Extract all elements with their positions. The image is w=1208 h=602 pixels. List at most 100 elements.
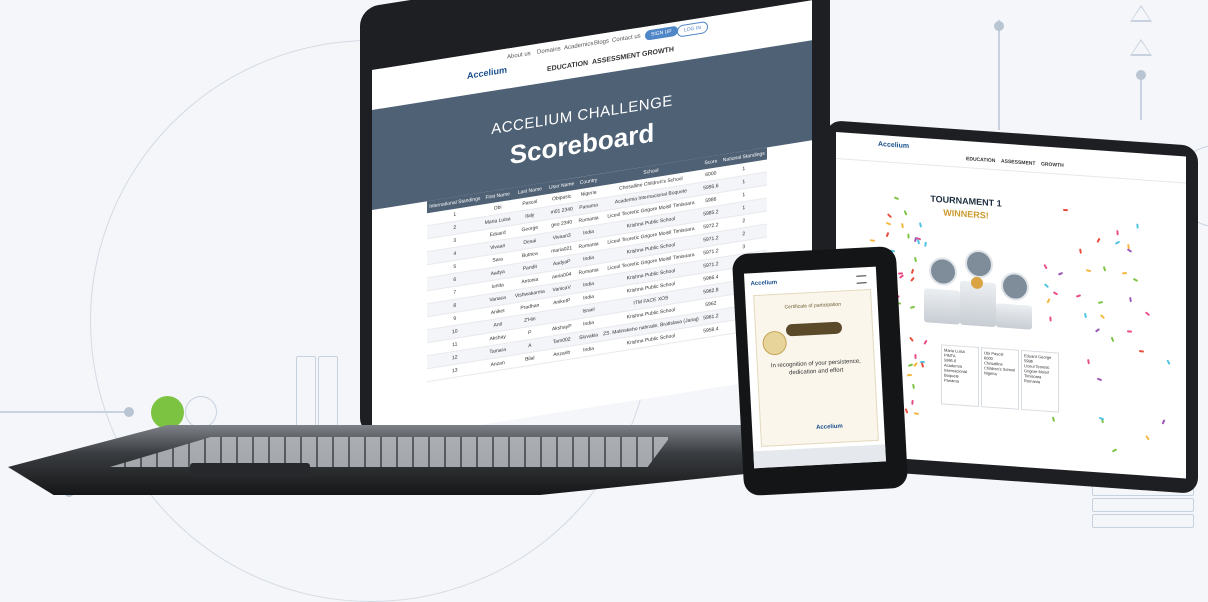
certificate: Certificate of participation In recognit…: [753, 288, 879, 447]
confetti-piece: [886, 213, 893, 219]
confetti-piece: [1145, 435, 1150, 441]
nav-link-domains[interactable]: Domains: [537, 46, 561, 56]
nav-link-blogs[interactable]: Blogs: [594, 38, 609, 46]
winner-avatar-icon: [929, 256, 957, 287]
nav-growth[interactable]: GROWTH: [642, 46, 674, 58]
confetti-piece: [912, 383, 915, 389]
confetti-piece: [1136, 223, 1139, 230]
confetti-piece: [1114, 240, 1120, 245]
nav-link-academics[interactable]: Academics: [564, 41, 593, 52]
tablet-logo[interactable]: Accelium: [878, 141, 909, 150]
confetti-piece: [885, 221, 891, 226]
table-cell: India: [576, 341, 601, 359]
confetti-piece: [907, 233, 910, 239]
winner-card: Obi Pascal 6000 Chrisalline Children's S…: [981, 347, 1019, 410]
confetti-piece: [1145, 311, 1151, 317]
confetti-piece: [1049, 316, 1052, 322]
confetti-piece: [907, 373, 913, 377]
nav-assessment[interactable]: ASSESSMENT: [592, 52, 640, 67]
confetti-piece: [1138, 349, 1144, 353]
confetti-piece: [1121, 271, 1128, 274]
decor-line: [0, 411, 130, 413]
confetti-piece: [1162, 419, 1166, 426]
seal-icon: [762, 330, 788, 356]
confetti-piece: [1099, 314, 1105, 320]
nav-link-contact[interactable]: Contact us: [612, 33, 641, 44]
confetti-piece: [897, 271, 903, 275]
confetti-piece: [1166, 359, 1171, 366]
confetti-piece: [904, 408, 909, 414]
confetti-piece: [1102, 265, 1107, 272]
confetti-piece: [914, 353, 917, 359]
ribbon-decor: [785, 321, 843, 337]
confetti-piece: [1078, 248, 1082, 254]
decor-circle: [185, 396, 217, 428]
winner-avatar-icon: [1001, 271, 1029, 302]
confetti-piece: [1096, 377, 1102, 382]
winner-avatar-icon: [965, 249, 993, 279]
medal-icon: [971, 276, 983, 290]
log-in-button[interactable]: LOG IN: [677, 20, 708, 38]
decor-line: [998, 20, 1000, 130]
winner-card: Eduard George 5986 Liceul Teoretic Grigo…: [1021, 349, 1059, 413]
confetti-piece: [1062, 208, 1068, 211]
confetti-piece: [1126, 248, 1132, 253]
site-logo[interactable]: Accelium: [467, 65, 507, 81]
confetti-piece: [910, 306, 916, 310]
nav-link-about[interactable]: About us: [507, 51, 531, 61]
confetti-piece: [1096, 237, 1101, 243]
confetti-piece: [1111, 448, 1118, 453]
confetti-piece: [1043, 263, 1048, 270]
confetti-piece: [911, 268, 915, 275]
confetti-piece: [912, 362, 918, 368]
podium-third: [996, 303, 1032, 330]
confetti-piece: [910, 399, 914, 406]
tablet-nav-education[interactable]: EDUCATION: [966, 156, 995, 164]
tablet-nav-growth[interactable]: GROWTH: [1041, 161, 1064, 169]
confetti-piece: [923, 339, 928, 345]
sign-up-button[interactable]: SIGN UP: [645, 25, 678, 41]
podium-second: [924, 288, 960, 325]
winner-country: Romania: [1024, 378, 1041, 385]
confetti-piece: [1126, 330, 1132, 333]
confetti-piece: [1046, 298, 1051, 304]
winner-country: Panama: [944, 377, 959, 384]
confetti-piece: [1057, 271, 1064, 276]
table-cell: 5958.4: [701, 322, 721, 339]
green-dot: [151, 396, 184, 429]
nav-education[interactable]: EDUCATION: [547, 60, 588, 74]
confetti-piece: [913, 412, 919, 416]
confetti-piece: [870, 238, 876, 242]
confetti-piece: [1075, 294, 1082, 298]
confetti-piece: [1044, 282, 1050, 288]
confetti-piece: [898, 274, 904, 280]
confetti-piece: [909, 336, 915, 343]
confetti-piece: [1097, 300, 1104, 304]
phone-logo[interactable]: Accelium: [750, 280, 777, 287]
triangle-icon: [1130, 39, 1152, 56]
decor-dot: [994, 21, 1004, 31]
confetti-piece: [1129, 296, 1133, 302]
triangle-icon: [1130, 5, 1152, 22]
confetti-piece: [1084, 313, 1088, 319]
confetti-piece: [1132, 278, 1139, 283]
confetti-piece: [913, 257, 917, 263]
confetti-piece: [918, 221, 923, 228]
decor-dot: [124, 407, 134, 417]
confetti-piece: [1052, 416, 1056, 422]
confetti-piece: [1094, 328, 1101, 333]
certificate-text: In recognition of your persistence, dedi…: [770, 358, 861, 376]
certificate-title: Certificate of participation: [784, 301, 842, 311]
confetti-piece: [1086, 359, 1090, 365]
confetti-piece: [1052, 290, 1058, 296]
tablet-nav-assessment[interactable]: ASSESSMENT: [1001, 159, 1035, 167]
phone-screen: Accelium Certificate of participation In…: [743, 266, 887, 469]
confetti-piece: [885, 232, 890, 238]
confetti-piece: [1116, 230, 1119, 236]
menu-icon[interactable]: [856, 275, 867, 284]
confetti-piece: [924, 242, 928, 248]
decor-dot: [1136, 70, 1146, 80]
confetti-piece: [910, 276, 916, 282]
confetti-piece: [1085, 268, 1091, 272]
confetti-piece: [900, 222, 904, 228]
